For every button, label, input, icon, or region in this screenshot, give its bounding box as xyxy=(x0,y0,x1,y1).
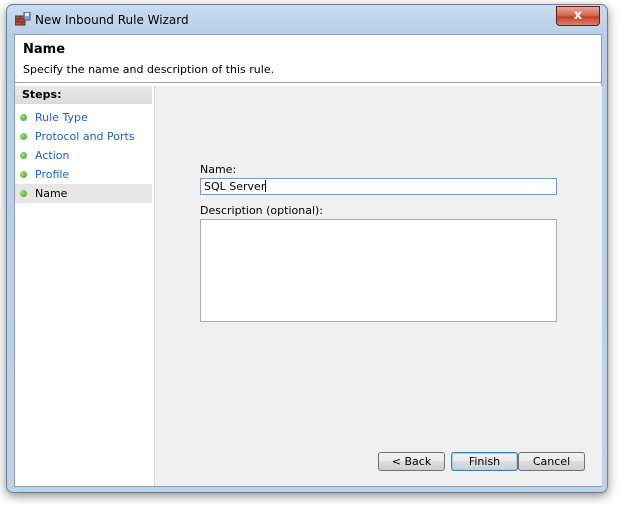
name-field[interactable]: SQL Server xyxy=(200,178,557,195)
step-complete-bullet-icon xyxy=(20,152,27,159)
close-icon: x xyxy=(573,8,583,23)
name-label: Name: xyxy=(200,163,237,176)
step-profile[interactable]: Profile xyxy=(15,165,152,184)
step-complete-bullet-icon xyxy=(20,133,27,140)
step-name: Name xyxy=(15,184,152,203)
back-button[interactable]: < Back xyxy=(378,452,445,471)
step-label: Action xyxy=(35,149,70,162)
close-button[interactable]: x xyxy=(556,6,600,26)
page-subtitle: Specify the name and description of this… xyxy=(23,63,275,76)
cancel-button[interactable]: Cancel xyxy=(518,452,585,471)
step-complete-bullet-icon xyxy=(20,114,27,121)
finish-button[interactable]: Finish xyxy=(451,452,518,471)
steps-title: Steps: xyxy=(15,86,152,104)
step-rule-type[interactable]: Rule Type xyxy=(15,108,152,127)
step-label: Protocol and Ports xyxy=(35,130,135,143)
content-pane: Name: SQL Server Description (optional):… xyxy=(154,86,602,486)
description-label: Description (optional): xyxy=(200,204,324,217)
text-caret xyxy=(265,180,267,192)
wizard-window: New Inbound Rule Wizard x Name Specify t… xyxy=(6,4,608,493)
step-action[interactable]: Action xyxy=(15,146,152,165)
wizard-header: Name Specify the name and description of… xyxy=(15,35,601,83)
step-complete-bullet-icon xyxy=(20,171,27,178)
step-label: Rule Type xyxy=(35,111,88,124)
firewall-wizard-icon xyxy=(14,11,31,26)
steps-pane: Steps: Rule Type Protocol and Ports Acti… xyxy=(15,86,152,486)
window-title: New Inbound Rule Wizard xyxy=(35,13,189,27)
step-protocol-and-ports[interactable]: Protocol and Ports xyxy=(15,127,152,146)
name-field-value: SQL Server xyxy=(204,180,266,193)
step-label: Name xyxy=(35,187,68,200)
page-title: Name xyxy=(23,42,66,57)
description-field[interactable] xyxy=(200,219,557,322)
step-current-bullet-icon xyxy=(20,190,27,197)
step-label: Profile xyxy=(35,168,70,181)
title-bar[interactable]: New Inbound Rule Wizard x xyxy=(7,5,607,33)
wizard-client-area: Name Specify the name and description of… xyxy=(14,34,602,487)
